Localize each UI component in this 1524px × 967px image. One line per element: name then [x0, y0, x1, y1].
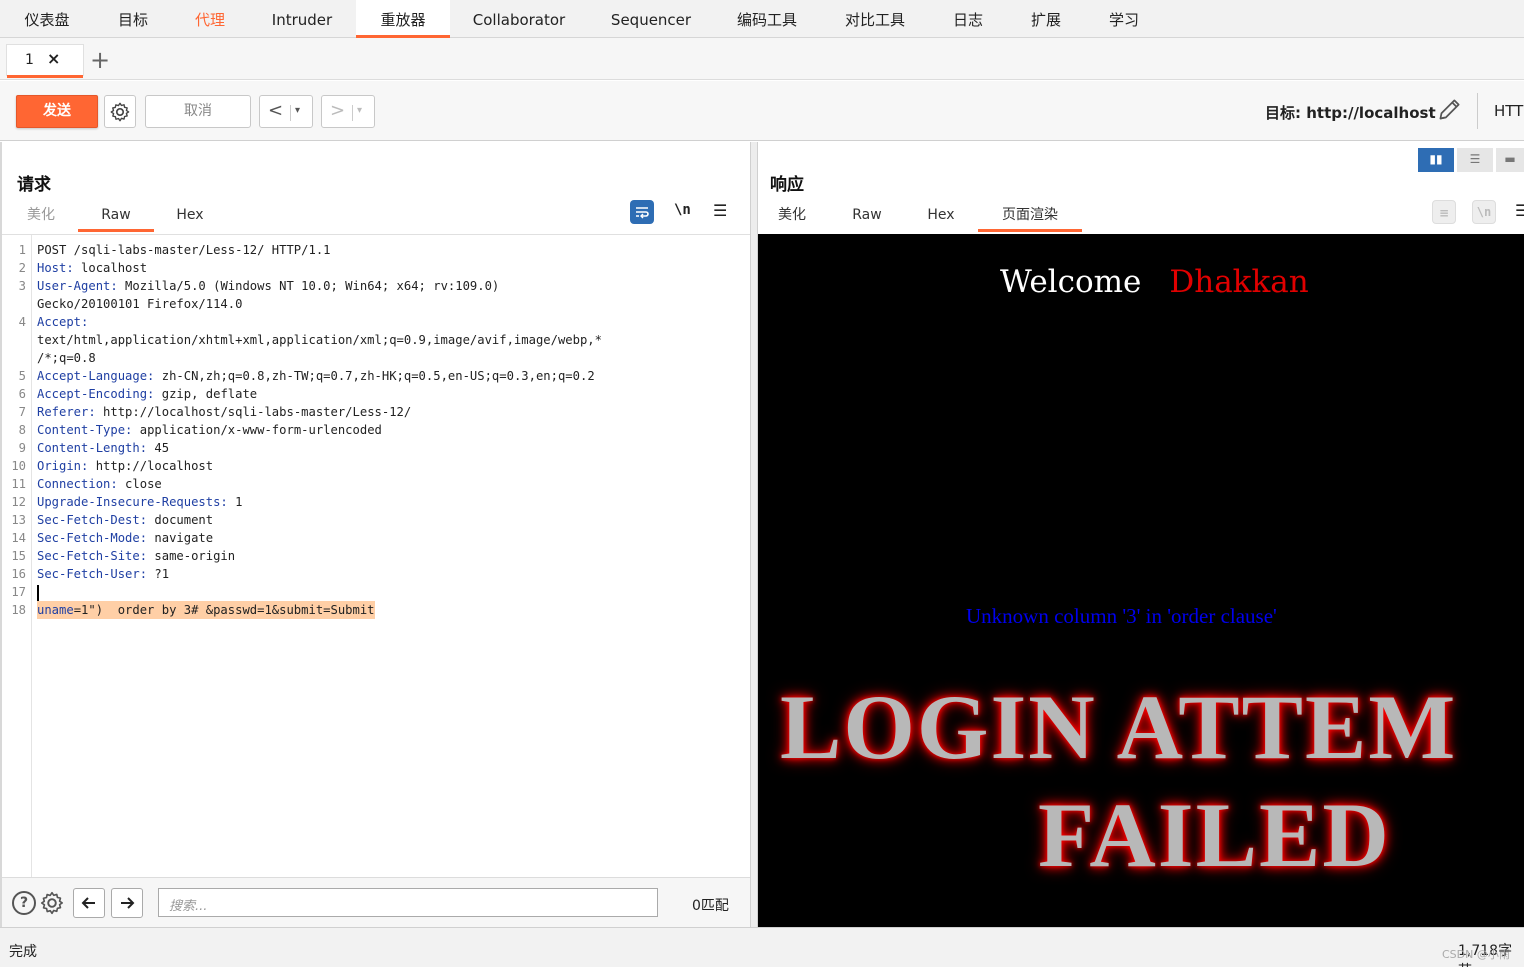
panel-splitter[interactable]	[750, 142, 758, 927]
tab-raw[interactable]: Raw	[78, 202, 154, 232]
tab-raw[interactable]: Raw	[840, 202, 894, 232]
search-bar: ? 搜索... 0匹配	[2, 877, 750, 927]
menu-learn[interactable]: 学习	[1086, 0, 1162, 38]
arrow-left-icon	[81, 897, 95, 909]
pencil-icon[interactable]	[1436, 95, 1462, 125]
history-forward-button[interactable]: > ▾	[321, 95, 375, 128]
repeater-tab-1[interactable]: 1 ×	[6, 44, 84, 78]
cancel-button[interactable]: 取消	[145, 95, 251, 128]
sql-error-message: Unknown column '3' in 'order clause'	[966, 604, 1277, 628]
word-wrap-icon[interactable]	[630, 200, 654, 224]
toolbar-separator	[1477, 93, 1478, 129]
menu-logger[interactable]: 日志	[930, 0, 1006, 38]
request-body-selection: uname=1") order by 3# &passwd=1&submit=S…	[37, 601, 375, 619]
response-title: 响应	[770, 175, 804, 195]
tab-hex[interactable]: Hex	[914, 202, 968, 232]
chevron-right-icon: >	[330, 100, 346, 121]
response-view-tabs: 美化 Raw Hex 页面渲染	[758, 202, 1524, 232]
repeater-tab-strip: 1 ×	[0, 38, 1524, 80]
welcome-heading: Welcome Dhakkan	[1000, 264, 1309, 300]
search-previous-button[interactable]	[73, 888, 105, 918]
user-name: Dhakkan	[1169, 264, 1309, 300]
menu-comparer[interactable]: 对比工具	[820, 0, 930, 38]
history-back-button[interactable]: < ▾	[259, 95, 313, 128]
menu-collaborator[interactable]: Collaborator	[450, 0, 588, 38]
arrow-right-icon	[121, 897, 135, 909]
login-failed-banner-line1: LOGIN ATTEM	[780, 676, 1458, 778]
menu-dashboard[interactable]: 仪表盘	[0, 0, 94, 38]
menu-repeater[interactable]: 重放器	[356, 0, 450, 38]
target-host-label: 目标: http://localhost	[1265, 104, 1436, 122]
status-text: 完成	[9, 944, 37, 960]
request-editor[interactable]: 1 POST /sqli-labs-master/Less-12/ HTTP/1.…	[2, 234, 750, 878]
chevron-down-icon[interactable]: ▾	[352, 105, 362, 121]
menu-intruder[interactable]: Intruder	[248, 0, 356, 38]
wrap-lines-icon	[636, 207, 649, 219]
tab-render[interactable]: 页面渲染	[978, 202, 1082, 232]
repeater-tab-label: 1	[25, 52, 34, 68]
http-version-label[interactable]: HTT	[1494, 102, 1523, 120]
login-failed-banner-line2: FAILED	[1038, 784, 1391, 886]
tab-pretty[interactable]: 美化	[764, 202, 820, 232]
text-cursor	[37, 584, 39, 601]
match-count: 0匹配	[692, 898, 729, 914]
repeater-toolbar: 发送 取消 < ▾ > ▾ 目标: http://localhost HTT	[0, 81, 1524, 141]
response-panel: ▮▮ ☰ ▬ 响应 美化 Raw Hex 页面渲染 ≡ \n ☰ Welcome…	[758, 142, 1524, 927]
tab-pretty[interactable]: 美化	[14, 202, 68, 232]
status-bar: 完成 1,718字节 CSDN @小雨	[0, 927, 1524, 967]
newline-toggle-icon[interactable]: \n	[674, 202, 691, 218]
newline-toggle-icon: \n	[1472, 200, 1496, 224]
send-button[interactable]: 发送	[16, 95, 98, 128]
close-icon[interactable]: ×	[47, 49, 60, 68]
layout-side-by-side-button[interactable]: ▮▮	[1418, 148, 1454, 172]
menu-sequencer[interactable]: Sequencer	[588, 0, 714, 38]
menu-icon[interactable]: ☰	[713, 201, 727, 220]
search-next-button[interactable]	[111, 888, 143, 918]
menu-decoder[interactable]: 编码工具	[714, 0, 820, 38]
tab-hex[interactable]: Hex	[162, 202, 218, 232]
settings-button[interactable]	[104, 95, 136, 128]
word-wrap-icon: ≡	[1432, 200, 1456, 224]
chevron-down-icon[interactable]: ▾	[290, 105, 300, 121]
rendered-page: Welcome Dhakkan Unknown column '3' in 'or…	[758, 234, 1524, 927]
gear-icon[interactable]	[39, 890, 65, 916]
main-menu-bar: 仪表盘 目标 代理 Intruder 重放器 Collaborator Sequ…	[0, 0, 1524, 38]
search-input[interactable]: 搜索...	[158, 888, 658, 917]
layout-stacked-button[interactable]: ☰	[1457, 148, 1493, 172]
request-panel: 请求 美化 Raw Hex \n ☰ 1 POST /sqli-labs-mast…	[0, 142, 750, 927]
request-title: 请求	[17, 175, 51, 195]
layout-single-button[interactable]: ▬	[1496, 148, 1524, 172]
help-icon[interactable]: ?	[12, 891, 36, 915]
menu-extensions[interactable]: 扩展	[1006, 0, 1086, 38]
menu-icon[interactable]: ☰	[1515, 201, 1524, 220]
menu-proxy[interactable]: 代理	[172, 0, 248, 38]
add-tab-icon[interactable]: +	[90, 46, 110, 74]
chevron-left-icon: <	[268, 100, 284, 121]
menu-target[interactable]: 目标	[94, 0, 172, 38]
watermark: CSDN @小雨	[1442, 948, 1510, 961]
gear-icon	[110, 102, 130, 122]
